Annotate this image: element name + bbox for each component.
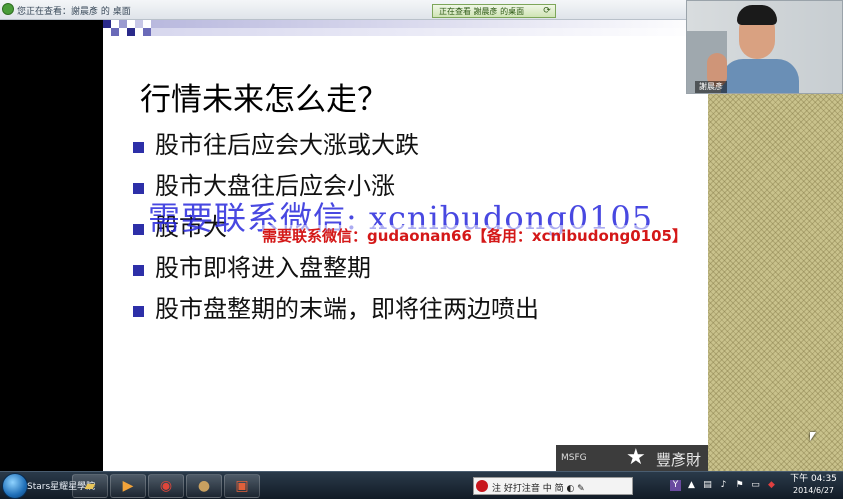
tray-display-icon[interactable]: ▭ xyxy=(750,480,761,491)
bullet-item: 股市盘整期的末端，即将往两边喷出 xyxy=(131,291,539,332)
slide-decoration xyxy=(103,20,708,50)
square-bullet-icon xyxy=(133,306,144,317)
taskbar-powerpoint-button[interactable]: ▣ xyxy=(224,474,260,498)
mouse-cursor-icon xyxy=(810,432,816,441)
presenter-shirt xyxy=(721,59,799,93)
bullet-text: 股市盘整期的末端，即将往两边喷出 xyxy=(155,295,539,323)
slide-title: 行情未来怎么走？ xyxy=(140,82,388,118)
bullet-text: 股市往后应会大涨或大跌 xyxy=(155,131,419,159)
tray-network-icon[interactable]: ▤ xyxy=(702,480,713,491)
right-patterned-panel xyxy=(708,94,843,471)
viewer-title-bar: 您正在查看：謝晨彥 的 桌面 正在查看 謝晨彥 的桌面 ⟳ xyxy=(0,0,686,20)
slide-logo: MSFG ★ 豐彥財 xyxy=(556,445,708,471)
refresh-icon[interactable]: ⟳ xyxy=(542,6,552,16)
bullet-text: 股市即将进入盘整期 xyxy=(155,254,371,282)
tray-security-icon[interactable]: ◆ xyxy=(766,480,777,491)
taskbar: Stars星耀星學院 ▰ ▶ ◉ ● ▣ 注 好打注音 中 简 ◐ ✎ Y ▲ … xyxy=(0,471,843,499)
chrome-icon: ◉ xyxy=(159,478,173,494)
square-bullet-icon xyxy=(133,142,144,153)
ime-logo-icon xyxy=(476,480,488,492)
share-indicator[interactable]: 正在查看 謝晨彥 的桌面 ⟳ xyxy=(432,4,556,18)
ime-toolbar[interactable]: 注 好打注音 中 简 ◐ ✎ xyxy=(473,477,633,495)
clock-time: 下午 04:35 xyxy=(790,474,837,484)
play-icon: ▶ xyxy=(122,478,134,494)
presenter-hair xyxy=(737,5,777,25)
square-bullet-icon xyxy=(133,265,144,276)
remote-desktop-screen: 您正在查看：謝晨彥 的 桌面 正在查看 謝晨彥 的桌面 ⟳ 行情未来怎么走？ 股… xyxy=(0,0,843,499)
app-icon: ● xyxy=(197,478,211,494)
system-clock[interactable]: 下午 04:35 2014/6/27 xyxy=(786,474,841,498)
folder-icon: ▰ xyxy=(84,478,96,494)
taskbar-app-button[interactable]: ● xyxy=(186,474,222,498)
ime-text: 注 好打注音 中 简 ◐ ✎ xyxy=(492,484,585,494)
square-bullet-icon xyxy=(133,224,144,235)
star-icon: ★ xyxy=(626,445,646,470)
taskbar-media-button[interactable]: ▶ xyxy=(110,474,146,498)
taskbar-chrome-button[interactable]: ◉ xyxy=(148,474,184,498)
tray-app-icon[interactable]: Y xyxy=(670,480,681,491)
square-bullet-icon xyxy=(133,183,144,194)
share-indicator-label: 正在查看 謝晨彥 的桌面 xyxy=(439,7,525,16)
taskbar-explorer-button[interactable]: ▰ xyxy=(72,474,108,498)
tray-arrow-icon[interactable]: ▲ xyxy=(686,480,697,491)
logo-text-cn: 豐彥財 xyxy=(656,451,702,469)
start-button[interactable] xyxy=(2,473,28,499)
tray-flag-icon[interactable]: ⚑ xyxy=(734,480,745,491)
webcam-view[interactable]: 謝晨彥 xyxy=(686,0,843,94)
clock-date: 2014/6/27 xyxy=(792,486,835,495)
watermark-red: 需要联系微信：gudaonan66【备用：xcnibudong0105】 xyxy=(262,225,687,246)
left-black-area xyxy=(0,20,103,471)
tray-volume-icon[interactable]: ♪ xyxy=(718,480,729,491)
webcam-name-tag: 謝晨彥 xyxy=(695,81,727,93)
bullet-item: 股市即将进入盘整期 xyxy=(131,250,539,291)
powerpoint-icon: ▣ xyxy=(235,478,249,494)
system-tray: Y ▲ ▤ ♪ ⚑ ▭ ◆ xyxy=(668,477,778,495)
app-icon xyxy=(2,3,14,15)
logo-text: MSFG xyxy=(561,453,587,463)
viewer-title: 您正在查看：謝晨彥 的 桌面 xyxy=(17,7,131,17)
bullet-item: 股市往后应会大涨或大跌 xyxy=(131,127,539,168)
